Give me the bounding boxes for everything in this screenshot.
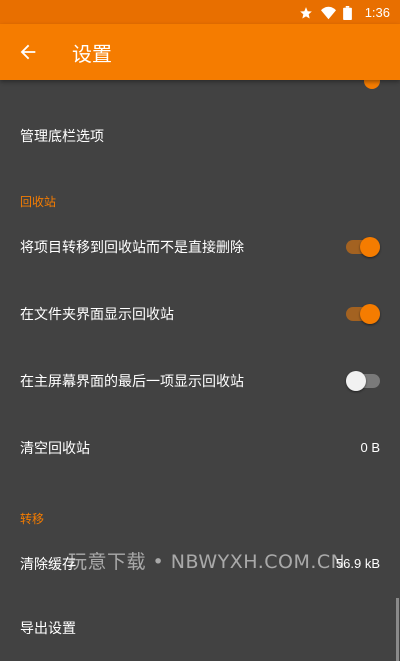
switch-thumb bbox=[360, 236, 380, 257]
star-icon bbox=[299, 5, 313, 19]
empty-recycle-bin-item[interactable]: 清空回收站 0 B bbox=[0, 414, 400, 481]
manage-bottom-bar-item[interactable]: 管理底栏选项 bbox=[0, 102, 400, 169]
status-time: 1:36 bbox=[364, 4, 390, 20]
migration-header: 转移 bbox=[20, 512, 45, 526]
back-button[interactable] bbox=[0, 24, 56, 80]
show-recycle-bin-last-label: 在主屏幕界面的最后一项显示回收站 bbox=[20, 373, 244, 390]
partial-switch-thumb[interactable] bbox=[364, 80, 380, 89]
recycle-bin-header: 回收站 bbox=[20, 195, 57, 209]
status-bar: 1:36 bbox=[0, 0, 400, 24]
empty-recycle-bin-label: 清空回收站 bbox=[20, 440, 90, 457]
page-title: 设置 bbox=[72, 41, 112, 66]
manage-bottom-bar-label: 管理底栏选项 bbox=[20, 128, 104, 145]
watermark: 玩意下载 • NBWYXH.COM.CN bbox=[68, 551, 346, 573]
recycle-bin-size: 0 B bbox=[360, 440, 380, 455]
wifi-icon bbox=[320, 5, 336, 20]
show-recycle-bin-in-folder-label: 在文件夹界面显示回收站 bbox=[20, 306, 174, 323]
scroll-indicator[interactable] bbox=[396, 598, 399, 661]
switch-thumb bbox=[360, 303, 380, 324]
show-recycle-bin-last-switch[interactable] bbox=[346, 370, 380, 391]
show-recycle-bin-last-item[interactable]: 在主屏幕界面的最后一项显示回收站 bbox=[0, 347, 400, 414]
show-recycle-bin-in-folder-item[interactable]: 在文件夹界面显示回收站 bbox=[0, 280, 400, 347]
show-recycle-bin-in-folder-switch[interactable] bbox=[346, 303, 380, 324]
move-to-recycle-bin-switch[interactable] bbox=[346, 236, 380, 257]
move-to-recycle-bin-label: 将项目转移到回收站而不是直接删除 bbox=[20, 239, 244, 256]
switch-thumb bbox=[346, 370, 366, 391]
move-to-recycle-bin-item[interactable]: 将项目转移到回收站而不是直接删除 bbox=[0, 213, 400, 280]
arrow-left-icon bbox=[20, 44, 36, 60]
app-bar: 设置 bbox=[0, 24, 400, 80]
export-settings-item[interactable]: 导出设置 bbox=[0, 594, 400, 661]
export-settings-label: 导出设置 bbox=[20, 620, 76, 637]
battery-icon bbox=[342, 5, 357, 20]
